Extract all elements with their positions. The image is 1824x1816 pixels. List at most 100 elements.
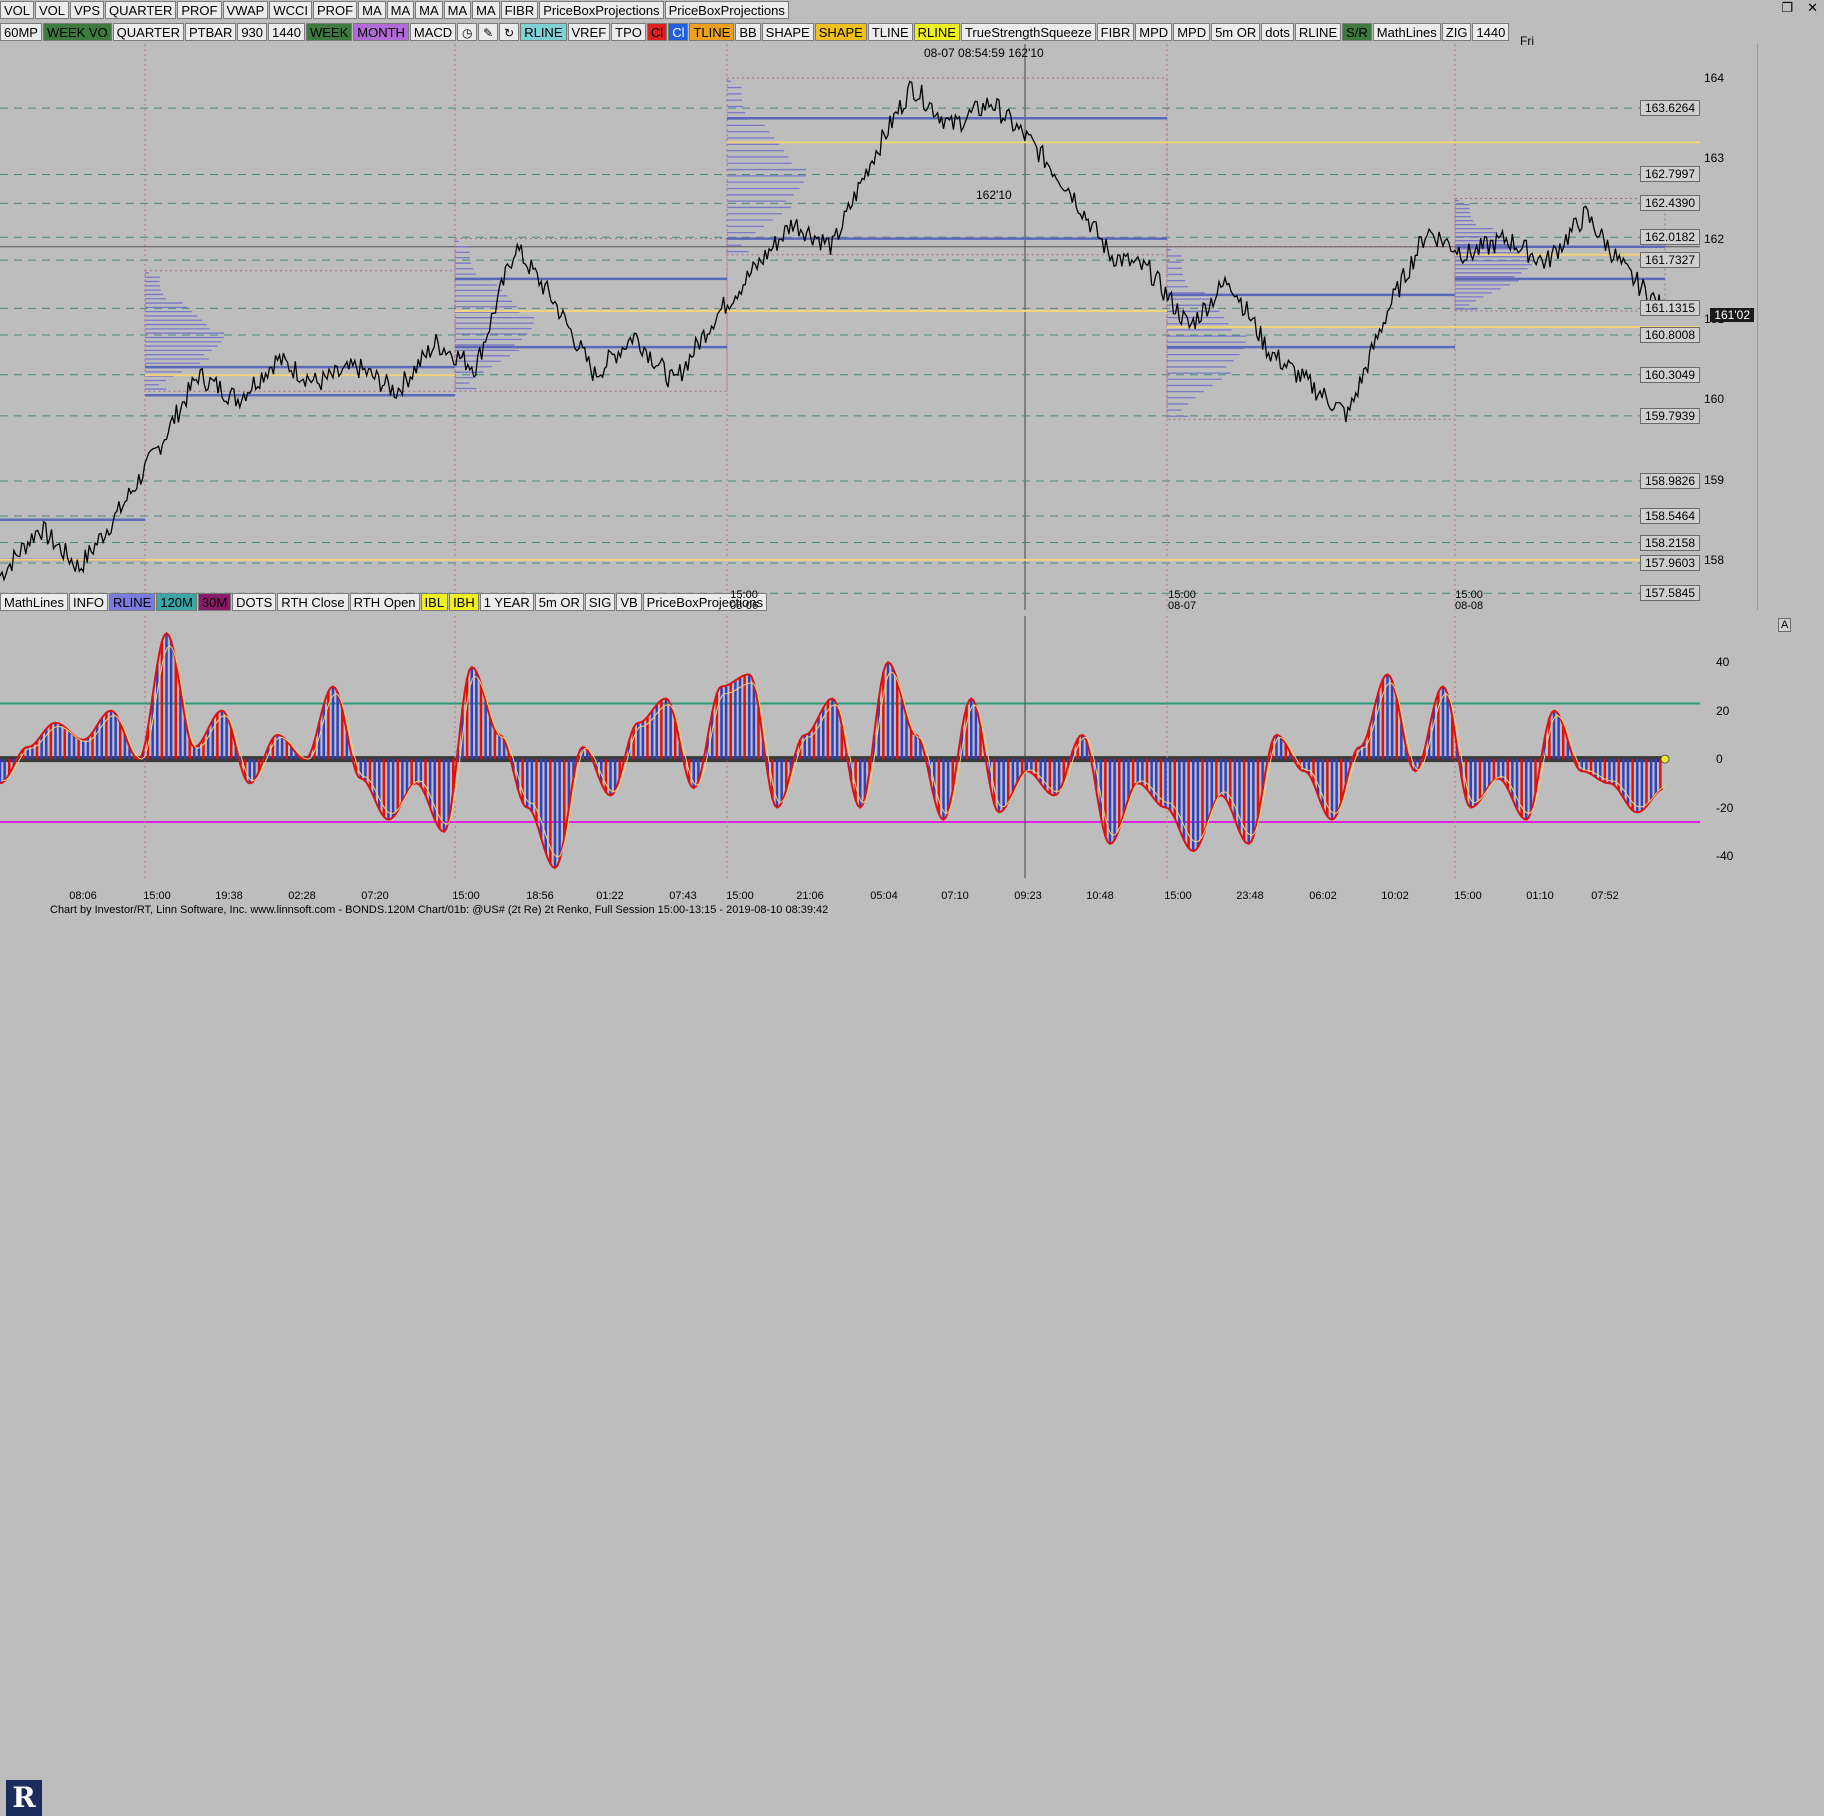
indicator-toolbar-second: 60MP WEEK VO QUARTER PTBAR 930 1440 WEEK MONTH M…: [0, 22, 1510, 42]
toolbar-button-dots[interactable]: DOTS: [232, 593, 277, 611]
toolbar-button-truestrengthsqueeze[interactable]: TrueStrengthSqueeze: [960, 23, 1096, 41]
osc-axis-tick: 20: [1716, 703, 1730, 718]
pane-marker[interactable]: A: [1778, 618, 1792, 632]
restore-icon[interactable]: ❐: [1781, 0, 1793, 16]
toolbar-button-5m-or[interactable]: 5m OR: [1211, 23, 1261, 41]
toolbar-button-vol[interactable]: VOL: [35, 1, 70, 19]
osc-axis-tick: -40: [1716, 848, 1734, 863]
toolbar-button-tline[interactable]: TLINE: [867, 23, 913, 41]
session-label: 15:00 08-08: [1455, 589, 1484, 612]
window-controls: ❐ ✕: [1781, 0, 1818, 16]
crosshair-label: 08-07 08:54:59 162'10: [924, 46, 1044, 60]
toolbar-button-mpd[interactable]: MPD: [1173, 23, 1211, 41]
toolbar-button-month[interactable]: MONTH: [353, 23, 409, 41]
toolbar-button-rline[interactable]: RLINE: [520, 23, 567, 41]
toolbar-button-mathlines[interactable]: MathLines: [0, 593, 68, 611]
toolbar-button-macd[interactable]: MACD: [409, 23, 457, 41]
toolbar-button-s-r[interactable]: S/R: [1342, 23, 1372, 41]
indicator-toolbar-top: VOL VOL VPS QUARTER PROF VWAP WCCI PROF MA MA MA MA…: [0, 0, 790, 20]
toolbar-button-vb[interactable]: VB: [616, 593, 642, 611]
toolbar-button-930[interactable]: 930: [237, 23, 268, 41]
price-level-label: 157.9603: [1639, 555, 1700, 572]
toolbar-button-cl[interactable]: Cl: [668, 23, 689, 41]
price-level-label: 162.7997: [1639, 166, 1700, 183]
toolbar-button-ma[interactable]: MA: [472, 1, 500, 19]
pencil-icon[interactable]: ✎: [478, 23, 499, 41]
current-price-label: 161'02: [1710, 307, 1754, 322]
toolbar-button-shape[interactable]: SHAPE: [814, 23, 867, 41]
price-level-label: 161.1315: [1639, 300, 1700, 317]
osc-axis-tick: 40: [1716, 655, 1730, 670]
osc-axis-tick: 0: [1716, 752, 1723, 767]
toolbar-button-ma[interactable]: MA: [415, 1, 443, 19]
toolbar-button-priceboxprojections[interactable]: PriceBoxProjections: [539, 1, 664, 19]
toolbar-button-rth-open[interactable]: RTH Open: [349, 593, 420, 611]
toolbar-button-week[interactable]: WEEK: [305, 23, 353, 41]
toolbar-button-rline[interactable]: RLINE: [109, 593, 156, 611]
toolbar-button-5m-or[interactable]: 5m OR: [534, 593, 584, 611]
toolbar-button-bb[interactable]: BB: [735, 23, 761, 41]
price-axis-tick: 164: [1704, 71, 1725, 86]
toolbar-button-tline[interactable]: TLINE: [689, 23, 735, 41]
toolbar-button-zig[interactable]: ZIG: [1441, 23, 1472, 41]
toolbar-button-60mp[interactable]: 60MP: [0, 23, 42, 41]
toolbar-button-rline[interactable]: RLINE: [913, 23, 960, 41]
toolbar-button-1440[interactable]: 1440: [268, 23, 305, 41]
toolbar-button-1-year[interactable]: 1 YEAR: [479, 593, 534, 611]
toolbar-button-ptbar[interactable]: PTBAR: [184, 23, 237, 41]
price-level-label: 160.8008: [1639, 326, 1700, 343]
price-level-label: 159.7939: [1639, 407, 1700, 424]
price-level-label: 163.6264: [1639, 100, 1700, 117]
toolbar-button-ibh[interactable]: IBH: [449, 593, 479, 611]
toolbar-button-quarter[interactable]: QUARTER: [105, 1, 177, 19]
refresh-icon[interactable]: ↻: [499, 23, 520, 41]
toolbar-button-vwap[interactable]: VWAP: [222, 1, 269, 19]
time-axis: 08:06 15:00 19:38 02:28 07:20 15:00 18:56 01:22…: [0, 878, 1758, 902]
toolbar-button-tpo[interactable]: TPO: [611, 23, 646, 41]
price-axis-tick: 158: [1704, 552, 1725, 567]
toolbar-button-info[interactable]: INFO: [68, 593, 109, 611]
toolbar-button-rline[interactable]: RLINE: [1294, 23, 1342, 41]
toolbar-button-30m[interactable]: 30M: [197, 593, 232, 611]
toolbar-button-week-vo[interactable]: WEEK VO: [42, 23, 112, 41]
toolbar-button-ma[interactable]: MA: [386, 1, 415, 19]
toolbar-button-rth-close[interactable]: RTH Close: [277, 593, 349, 611]
osc-axis-tick: -20: [1716, 800, 1734, 815]
toolbar-button-ma[interactable]: MA: [358, 1, 386, 19]
toolbar-button-vref[interactable]: VREF: [567, 23, 611, 41]
toolbar-button-1440[interactable]: 1440: [1472, 23, 1510, 41]
toolbar-button-fibr[interactable]: FIBR: [500, 1, 539, 19]
toolbar-button-fibr[interactable]: FIBR: [1096, 23, 1135, 41]
price-axis-tick: 163: [1704, 151, 1725, 166]
close-icon[interactable]: ✕: [1807, 0, 1818, 16]
clock-icon[interactable]: ◷: [457, 23, 478, 41]
toolbar-button-120m[interactable]: 120M: [156, 593, 197, 611]
crosshair-price: 162'10: [976, 188, 1012, 202]
toolbar-button-ma[interactable]: MA: [443, 1, 472, 19]
price-level-label: 161.7327: [1639, 252, 1700, 269]
indicator-toolbar-lower: MathLines INFO RLINE 120M 30M DOTS RTH Close RT…: [0, 592, 768, 612]
toolbar-button-priceboxprojections[interactable]: PriceBoxProjections: [664, 1, 789, 19]
toolbar-button-wcci[interactable]: WCCI: [269, 1, 312, 19]
osc-current-dot: [1660, 754, 1670, 764]
toolbar-button-quarter[interactable]: QUARTER: [112, 23, 184, 41]
price-level-label: 158.9826: [1639, 472, 1700, 489]
session-label: 15:00 08-06: [730, 589, 759, 612]
oscillator-chart[interactable]: [0, 616, 1758, 878]
price-chart[interactable]: [0, 44, 1758, 610]
toolbar-button-mpd[interactable]: MPD: [1135, 23, 1173, 41]
toolbar-button-prof[interactable]: PROF: [177, 1, 222, 19]
toolbar-button-prof[interactable]: PROF: [312, 1, 358, 19]
footer-text: Chart by Investor/RT, Linn Software, Inc…: [50, 904, 829, 916]
toolbar-button-dots[interactable]: dots: [1261, 23, 1294, 41]
toolbar-button-vps[interactable]: VPS: [70, 1, 105, 19]
toolbar-button-cl[interactable]: Cl: [646, 23, 668, 41]
toolbar-button-shape[interactable]: SHAPE: [761, 23, 814, 41]
toolbar-button-mathlines[interactable]: MathLines: [1372, 23, 1441, 41]
toolbar-button-vol[interactable]: VOL: [0, 1, 35, 19]
session-label: 15:00 08-07: [1168, 589, 1197, 612]
toolbar-button-ibl[interactable]: IBL: [420, 593, 449, 611]
toolbar-button-sig[interactable]: SIG: [584, 593, 616, 611]
price-level-label: 160.3049: [1639, 366, 1700, 383]
price-level-label: 162.4390: [1639, 195, 1700, 212]
